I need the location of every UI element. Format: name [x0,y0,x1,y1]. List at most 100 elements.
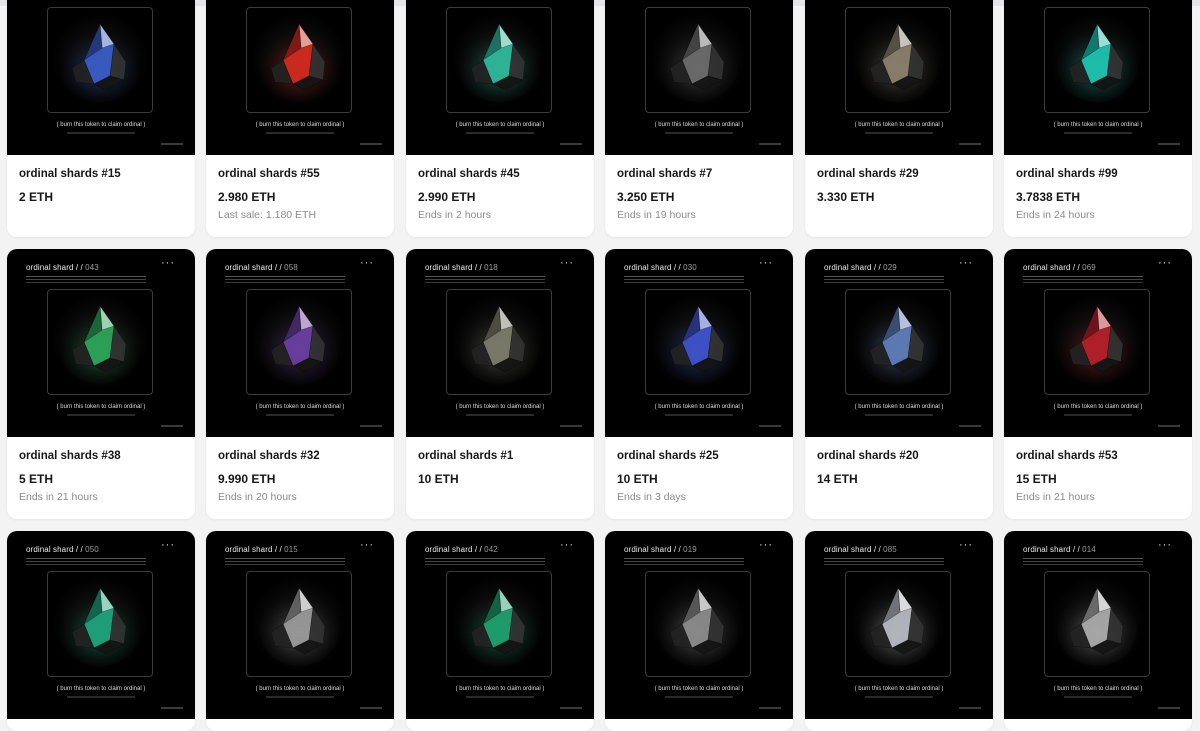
nft-card[interactable]: ordinal shard / / 069 ··· ( burn this toke… [1004,249,1192,519]
nft-artwork[interactable]: ( burn this token to claim ordinal ) [406,0,594,155]
nft-name[interactable]: ordinal shards #7 [617,167,781,181]
more-icon[interactable]: ··· [959,539,973,551]
nft-artwork[interactable]: ( burn this token to claim ordinal ) [605,0,793,155]
nft-artwork[interactable]: ordinal shard / / 043 ··· ( burn this toke… [7,249,195,437]
artwork-frame [645,571,751,677]
nft-card[interactable]: ( burn this token to claim ordinal ) ordi… [1004,0,1192,237]
nft-card[interactable]: ordinal shard / / 030 ··· ( burn this toke… [605,249,793,519]
artwork-fine-print [26,276,146,277]
nft-name[interactable]: ordinal shards #53 [1016,449,1180,463]
nft-name[interactable]: ordinal shards #29 [817,167,981,181]
artwork-number: 043 [85,263,99,272]
artwork-fine-print [225,276,345,277]
artwork-frame [47,571,153,677]
nft-card[interactable]: ( burn this token to claim ordinal ) ordi… [805,0,993,237]
claim-fine-print [266,414,334,416]
grey-crystal-image [858,586,938,666]
nft-card[interactable]: ordinal shard / / 042 ··· ( burn this toke… [406,531,594,731]
nft-name[interactable]: ordinal shards #99 [1016,167,1180,181]
artist-signature [161,143,183,145]
nft-card[interactable]: ordinal shard / / 018 ··· ( burn this toke… [406,249,594,519]
more-icon[interactable]: ··· [759,539,773,551]
nft-card[interactable]: ordinal shard / / 050 ··· ( burn this toke… [7,531,195,731]
nft-artwork[interactable]: ordinal shard / / 015 ··· ( burn this toke… [206,531,394,719]
artwork-fine-print [624,276,744,277]
artwork-header-text: ordinal shard / / 058 [225,263,298,272]
more-icon[interactable]: ··· [360,539,374,551]
claim-fine-print [665,696,733,698]
nft-card[interactable]: ( burn this token to claim ordinal ) ordi… [7,0,195,237]
nft-artwork[interactable]: ordinal shard / / 085 ··· ( burn this toke… [805,531,993,719]
artwork-header-text: ordinal shard / / 018 [425,263,498,272]
nft-price: 15 ETH [1016,472,1057,486]
nft-name[interactable]: ordinal shards #38 [19,449,183,463]
nft-card[interactable]: ( burn this token to claim ordinal ) ordi… [206,0,394,237]
nft-card[interactable]: ordinal shard / / 015 ··· ( burn this toke… [206,531,394,731]
more-icon[interactable]: ··· [560,539,574,551]
artwork-frame [246,571,352,677]
claim-text: ( burn this token to claim ordinal ) [1053,404,1143,410]
nft-artwork[interactable]: ordinal shard / / 019 ··· ( burn this toke… [605,531,793,719]
nft-artwork[interactable]: ordinal shard / / 014 ··· ( burn this toke… [1004,531,1192,719]
nft-name[interactable]: ordinal shards #45 [418,167,582,181]
artwork-number: 085 [883,545,897,554]
nft-artwork[interactable]: ordinal shard / / 018 ··· ( burn this toke… [406,249,594,437]
nft-name[interactable]: ordinal shards #20 [817,449,981,463]
green-crystal-image [60,586,140,666]
artwork-fine-print [624,558,744,559]
nft-price: 3.330 ETH [817,190,875,204]
grey-crystal-image [259,586,339,666]
nft-artwork[interactable]: ordinal shard / / 042 ··· ( burn this toke… [406,531,594,719]
grey-crystal-image [1057,586,1137,666]
nft-name[interactable]: ordinal shards #32 [218,449,382,463]
nft-card[interactable]: ordinal shard / / 085 ··· ( burn this toke… [805,531,993,731]
more-icon[interactable]: ··· [1158,257,1172,269]
claim-text: ( burn this token to claim ordinal ) [455,122,545,128]
artwork-header-text: ordinal shard / / 019 [624,545,697,554]
artwork-frame [1044,289,1150,395]
nft-artwork[interactable]: ( burn this token to claim ordinal ) [206,0,394,155]
artwork-number: 050 [85,545,99,554]
nft-card[interactable]: ( burn this token to claim ordinal ) ordi… [406,0,594,237]
nft-status: Ends in 3 days [617,491,686,503]
nft-name[interactable]: ordinal shards #15 [19,167,183,181]
nft-card[interactable]: ordinal shard / / 043 ··· ( burn this toke… [7,249,195,519]
more-icon[interactable]: ··· [959,257,973,269]
nft-card[interactable]: ordinal shard / / 014 ··· ( burn this toke… [1004,531,1192,731]
green-crystal-image [459,586,539,666]
nft-artwork[interactable]: ordinal shard / / 058 ··· ( burn this toke… [206,249,394,437]
nft-info: ordinal shards #53 15 ETH Ends in 21 hours [1004,437,1192,519]
artwork-header-text: ordinal shard / / 043 [26,263,99,272]
nft-artwork[interactable]: ( burn this token to claim ordinal ) [805,0,993,155]
more-icon[interactable]: ··· [560,257,574,269]
nft-artwork[interactable]: ordinal shard / / 029 ··· ( burn this toke… [805,249,993,437]
nft-name[interactable]: ordinal shards #55 [218,167,382,181]
nft-card[interactable]: ordinal shard / / 058 ··· ( burn this toke… [206,249,394,519]
nft-artwork[interactable]: ordinal shard / / 050 ··· ( burn this toke… [7,531,195,719]
nft-card[interactable]: ( burn this token to claim ordinal ) ordi… [605,0,793,237]
nft-card[interactable]: ordinal shard / / 029 ··· ( burn this toke… [805,249,993,519]
more-icon[interactable]: ··· [759,257,773,269]
more-icon[interactable]: ··· [161,257,175,269]
nft-name[interactable]: ordinal shards #25 [617,449,781,463]
nft-artwork[interactable]: ( burn this token to claim ordinal ) [7,0,195,155]
claim-text: ( burn this token to claim ordinal ) [56,686,146,692]
nft-info: ordinal shards #15 2 ETH [7,155,195,237]
nft-status: Ends in 24 hours [1016,209,1095,221]
artist-signature [959,143,981,145]
nft-artwork[interactable]: ordinal shard / / 069 ··· ( burn this toke… [1004,249,1192,437]
purple-crystal-image [259,304,339,384]
more-icon[interactable]: ··· [1158,539,1172,551]
claim-fine-print [266,696,334,698]
nft-artwork[interactable]: ( burn this token to claim ordinal ) [1004,0,1192,155]
stone-crystal-image [858,22,938,102]
nft-name[interactable]: ordinal shards #1 [418,449,582,463]
nft-status: Ends in 19 hours [617,209,696,221]
artwork-frame [47,7,153,113]
more-icon[interactable]: ··· [161,539,175,551]
claim-fine-print [67,414,135,416]
nft-card[interactable]: ordinal shard / / 019 ··· ( burn this toke… [605,531,793,731]
more-icon[interactable]: ··· [360,257,374,269]
nft-artwork[interactable]: ordinal shard / / 030 ··· ( burn this toke… [605,249,793,437]
artwork-number: 042 [484,545,498,554]
